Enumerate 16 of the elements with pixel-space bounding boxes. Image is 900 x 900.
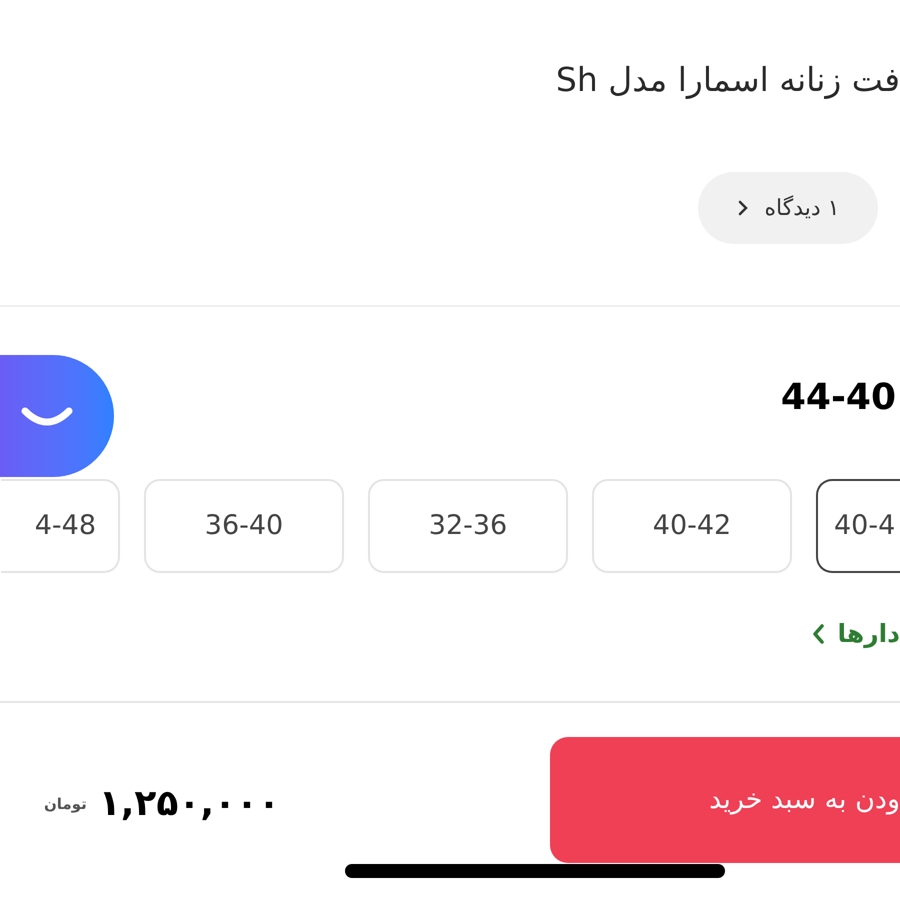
reviews-button[interactable]: ۱ دیدگاه xyxy=(698,172,878,244)
chevron-left-icon xyxy=(811,622,826,645)
product-title: فت زنانه اسمارا مدل Sh xyxy=(556,59,900,101)
smile-icon xyxy=(19,405,75,427)
currency-label: تومان xyxy=(44,794,87,815)
size-option[interactable]: 40-4 xyxy=(816,479,900,573)
size-guide-link[interactable]: دارها xyxy=(811,615,900,652)
chat-button[interactable] xyxy=(0,355,114,477)
size-option[interactable]: 36-40 xyxy=(144,479,344,573)
chevron-right-icon xyxy=(736,199,748,217)
add-to-cart-button[interactable]: ودن به سبد خرید xyxy=(550,737,900,863)
price-amount: ۱,۲۵۰,۰۰۰ xyxy=(98,782,280,826)
selected-size-label: 44-40 xyxy=(780,376,897,420)
size-option[interactable]: 40-42 xyxy=(592,479,792,573)
size-option[interactable]: 4-48 xyxy=(1,479,120,573)
size-option[interactable]: 32-36 xyxy=(368,479,568,573)
